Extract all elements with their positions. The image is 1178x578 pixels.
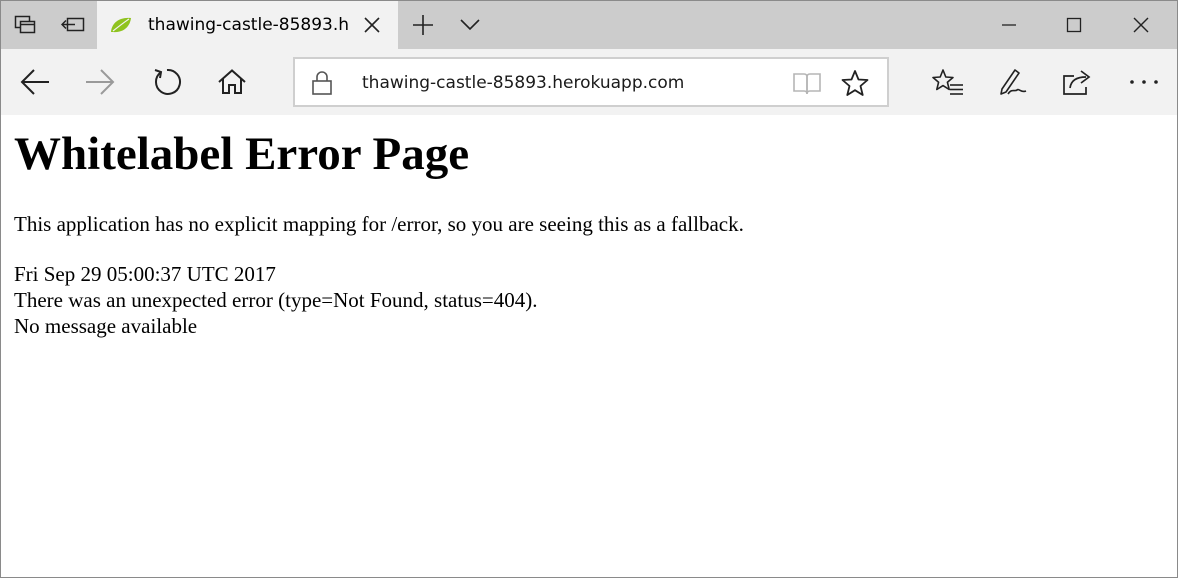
share-button[interactable] <box>1052 58 1102 106</box>
chevron-down-icon <box>459 18 481 32</box>
forward-button[interactable] <box>75 58 125 106</box>
home-button[interactable] <box>207 58 257 106</box>
tab-close-button[interactable] <box>358 11 386 39</box>
plus-icon <box>412 14 434 36</box>
favorites-hub-button[interactable] <box>923 58 973 106</box>
back-button[interactable] <box>10 58 60 106</box>
maximize-icon <box>1066 17 1082 33</box>
more-dots-icon <box>1129 79 1159 85</box>
active-tab[interactable]: thawing-castle-85893.h <box>97 1 398 49</box>
refresh-button[interactable] <box>142 58 192 106</box>
error-timestamp: Fri Sep 29 05:00:37 UTC 2017 <box>14 262 276 286</box>
lock-icon <box>309 69 335 97</box>
star-icon[interactable] <box>839 69 871 97</box>
minimize-button[interactable] <box>977 1 1041 49</box>
tab-actions-button[interactable] <box>1 1 49 49</box>
tab-strip: thawing-castle-85893.h <box>1 1 1177 49</box>
set-aside-tabs-icon <box>61 16 85 34</box>
minimize-icon <box>1001 17 1017 33</box>
maximize-button[interactable] <box>1042 1 1106 49</box>
browser-window: thawing-castle-85893.h thawing-castle-85… <box>0 0 1178 578</box>
favorites-hub-icon <box>932 68 964 96</box>
error-detail: No message available <box>14 314 198 338</box>
forward-arrow-icon <box>85 69 115 95</box>
more-button[interactable] <box>1119 58 1169 106</box>
error-explanation: This application has no explicit mapping… <box>14 212 744 236</box>
tab-actions-icon <box>14 15 36 35</box>
close-window-button[interactable] <box>1109 1 1173 49</box>
address-bar[interactable]: thawing-castle-85893.herokuapp.com <box>293 57 889 107</box>
refresh-icon <box>152 67 182 97</box>
pen-note-icon <box>998 67 1028 97</box>
page-content: Whitelabel Error Page This application h… <box>1 115 1177 577</box>
url-text[interactable]: thawing-castle-85893.herokuapp.com <box>362 71 684 95</box>
error-status: There was an unexpected error (type=Not … <box>14 288 538 312</box>
navigation-bar: thawing-castle-85893.herokuapp.com <box>1 49 1177 115</box>
tab-title: thawing-castle-85893.h <box>148 15 350 35</box>
reading-view-icon[interactable] <box>791 69 823 97</box>
web-note-button[interactable] <box>988 58 1038 106</box>
set-aside-tabs-button[interactable] <box>49 1 97 49</box>
home-icon <box>218 69 246 95</box>
page-title: Whitelabel Error Page <box>14 128 470 180</box>
tab-list-button[interactable] <box>446 1 494 49</box>
spring-leaf-favicon <box>109 15 133 35</box>
close-icon <box>364 17 380 33</box>
back-arrow-icon <box>20 69 50 95</box>
close-icon <box>1132 16 1150 34</box>
share-icon <box>1061 68 1093 96</box>
new-tab-button[interactable] <box>399 1 447 49</box>
